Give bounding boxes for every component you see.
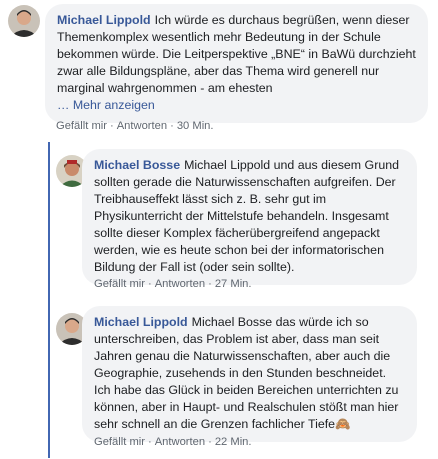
comment-actions: Gefällt mir · Antworten · 30 Min. (56, 120, 214, 132)
comment-actions: Gefällt mir · Antworten · 22 Min. (94, 436, 252, 448)
comment-bubble: Michael Lippold Michael Bosse das würde i… (82, 306, 417, 442)
thread-line (48, 142, 50, 458)
timestamp[interactable]: 30 Min. (177, 120, 214, 132)
reply-button[interactable]: Antworten (117, 120, 167, 132)
comment-actions: Gefällt mir · Antworten · 27 Min. (94, 278, 252, 290)
separator: · (208, 278, 212, 290)
reply-button[interactable]: Antworten (155, 278, 205, 290)
comment-bubble: Michael Bosse Michael Lippold und aus die… (82, 149, 417, 285)
comment-author[interactable]: Michael Bosse (94, 158, 180, 172)
like-button[interactable]: Gefällt mir (94, 278, 145, 290)
comment-text: Michael Bosse das würde ich so unterschr… (94, 315, 399, 431)
show-more-link[interactable]: … Mehr anzeigen (57, 97, 416, 114)
timestamp[interactable]: 27 Min. (215, 278, 252, 290)
comment-author[interactable]: Michael Lippold (57, 13, 151, 27)
separator: · (208, 436, 212, 448)
like-button[interactable]: Gefällt mir (56, 120, 107, 132)
comment-author[interactable]: Michael Lippold (94, 315, 188, 329)
timestamp[interactable]: 22 Min. (215, 436, 252, 448)
separator: · (109, 120, 114, 132)
comment-bubble: Michael Lippold Ich würde es durchaus beg… (45, 4, 428, 123)
see-no-evil-monkey-emoji: 🙈 (335, 417, 351, 431)
like-button[interactable]: Gefällt mir (94, 436, 145, 448)
separator: · (147, 278, 152, 290)
separator: · (170, 120, 174, 132)
separator: · (147, 436, 152, 448)
reply-button[interactable]: Antworten (155, 436, 205, 448)
avatar[interactable] (8, 5, 40, 37)
comment-text: Michael Lippold und aus diesem Grund sol… (94, 158, 399, 274)
